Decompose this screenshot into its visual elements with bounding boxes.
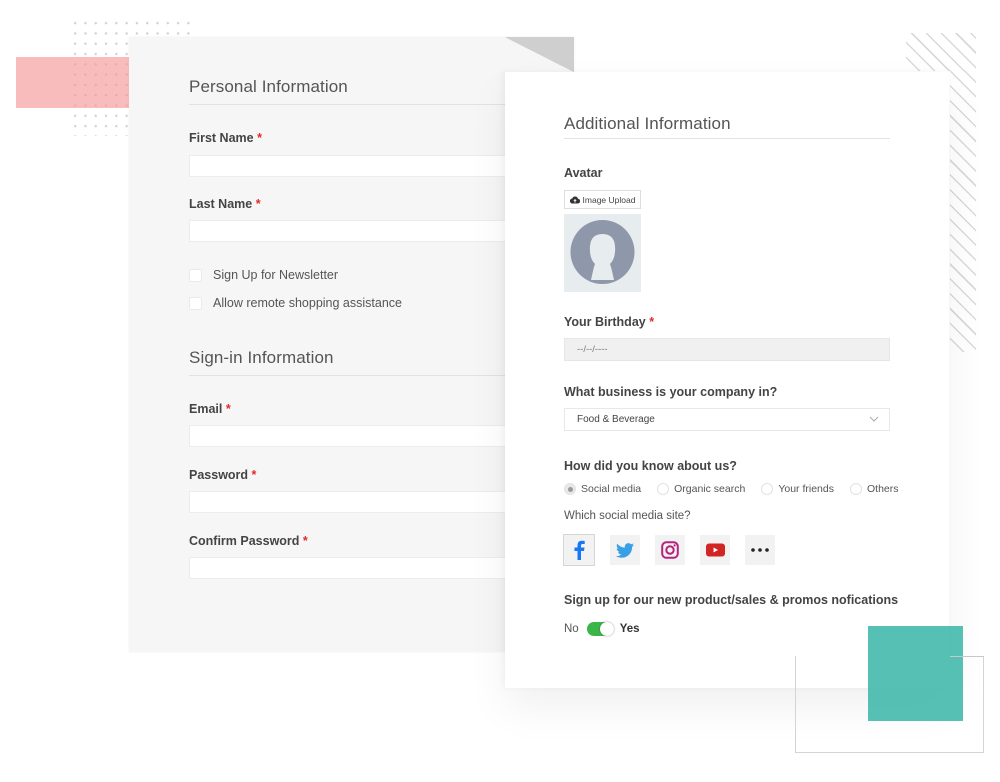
image-upload-label: Image Upload	[582, 194, 636, 205]
first-name-label: First Name *	[189, 131, 262, 145]
radio-button[interactable]	[564, 483, 576, 495]
required-mark: *	[302, 534, 308, 548]
personal-info-title: Personal Information	[189, 77, 348, 96]
radio-button[interactable]	[761, 483, 774, 495]
last-name-label: Last Name *	[189, 197, 261, 211]
facebook-icon	[574, 540, 585, 560]
radio-button[interactable]	[849, 483, 862, 495]
remote-assistance-label: Allow remote shopping assistance	[213, 296, 402, 310]
newsletter-checkbox-row[interactable]: Sign Up for Newsletter	[189, 268, 338, 282]
image-upload-button[interactable]: Image Upload	[564, 190, 641, 209]
twitter-icon	[616, 542, 634, 558]
twitter-option[interactable]	[610, 535, 640, 565]
toggle-no-label: No	[564, 623, 579, 635]
password-label: Password *	[189, 468, 256, 482]
stripes-decoration-top	[906, 33, 976, 71]
birthday-date-input[interactable]: --/--/----	[564, 338, 890, 361]
additional-info-panel: Additional Information Avatar Image Uplo…	[505, 72, 949, 688]
teal-square-decoration	[868, 626, 963, 721]
outline-frame-top-edge	[950, 656, 984, 657]
signin-info-title: Sign-in Information	[189, 348, 334, 367]
source-label: How did you know about us?	[564, 459, 737, 473]
required-mark: *	[649, 315, 655, 329]
radio-label: Social media	[581, 483, 642, 495]
password-label-text: Password	[189, 468, 249, 482]
radio-label: Others	[866, 483, 899, 495]
notifications-label: Sign up for our new product/sales & prom…	[564, 593, 899, 607]
avatar-label: Avatar	[564, 166, 603, 180]
notifications-toggle-row: No Yes	[564, 622, 640, 636]
radio-button[interactable]	[657, 483, 670, 495]
remote-assistance-checkbox-row[interactable]: Allow remote shopping assistance	[189, 296, 402, 310]
newsletter-checkbox[interactable]	[189, 268, 202, 282]
birthday-placeholder: --/--/----	[577, 344, 608, 355]
chevron-down-icon	[869, 416, 879, 422]
source-option-social-media[interactable]: Social media	[564, 483, 641, 495]
toggle-yes-label: Yes	[619, 623, 640, 635]
section-divider	[564, 138, 890, 139]
required-mark: *	[251, 468, 257, 482]
instagram-icon	[661, 541, 679, 559]
business-selected-value: Food & Beverage	[577, 414, 655, 425]
required-mark: *	[225, 402, 231, 416]
youtube-icon	[705, 543, 725, 557]
source-radio-group: Social media Organic search Your friends…	[564, 483, 915, 495]
instagram-option[interactable]	[655, 535, 685, 565]
birthday-label: Your Birthday *	[564, 315, 654, 329]
first-name-label-text: First Name	[189, 131, 254, 145]
business-select[interactable]: Food & Beverage	[564, 408, 890, 431]
more-option[interactable]	[745, 535, 775, 565]
radio-label: Organic search	[674, 483, 746, 495]
source-option-your-friends[interactable]: Your friends	[761, 483, 834, 495]
more-dots-icon	[751, 548, 769, 552]
birthday-label-text: Your Birthday	[564, 315, 646, 329]
facebook-option[interactable]	[563, 534, 595, 566]
user-silhouette-icon	[570, 220, 635, 284]
youtube-option[interactable]	[700, 535, 730, 565]
cloud-upload-icon	[569, 195, 580, 204]
email-label: Email *	[189, 402, 231, 416]
social-site-label: Which social media site?	[564, 510, 691, 522]
required-mark: *	[257, 131, 262, 145]
stripes-decoration-side	[950, 70, 976, 352]
source-option-others[interactable]: Others	[849, 483, 899, 495]
notifications-toggle[interactable]	[586, 622, 614, 636]
social-site-options	[563, 534, 775, 566]
business-label: What business is your company in?	[564, 385, 778, 399]
page-fold-decoration	[505, 37, 574, 72]
email-label-text: Email	[189, 402, 223, 416]
remote-assistance-checkbox[interactable]	[189, 296, 202, 310]
confirm-password-label-text: Confirm Password	[189, 534, 300, 548]
additional-info-title: Additional Information	[564, 114, 731, 133]
required-mark: *	[255, 197, 261, 211]
confirm-password-label: Confirm Password *	[189, 534, 308, 548]
source-option-organic-search[interactable]: Organic search	[657, 483, 745, 495]
avatar-placeholder	[564, 214, 641, 292]
last-name-label-text: Last Name	[189, 197, 253, 211]
newsletter-label: Sign Up for Newsletter	[213, 268, 339, 282]
radio-label: Your friends	[778, 483, 834, 495]
